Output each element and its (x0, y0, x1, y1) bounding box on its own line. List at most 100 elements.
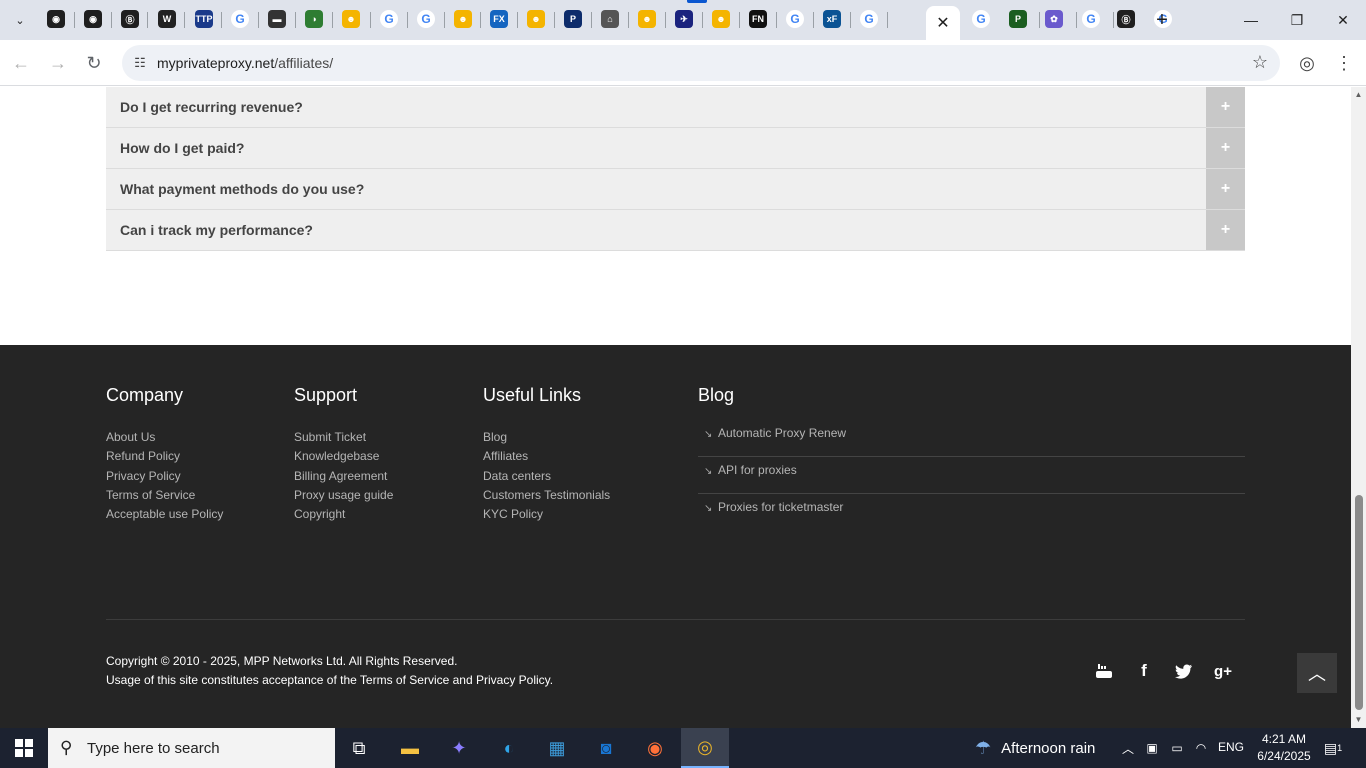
tab-favicon-icon[interactable]: ☻ (712, 10, 730, 28)
faq-question[interactable]: Can i track my performance? (120, 222, 313, 238)
windows-start-icon[interactable] (0, 728, 48, 768)
close-window-button[interactable]: ✕ (1328, 6, 1358, 34)
menu-icon[interactable]: ⋮ (1331, 50, 1357, 76)
chrome-icon[interactable]: ◎ (681, 728, 729, 768)
tab-favicon-icon[interactable]: G (972, 10, 990, 28)
tab-favicon-icon[interactable]: ▬ (268, 10, 286, 28)
new-tab-button[interactable]: + (1150, 8, 1174, 32)
footer-link[interactable]: Blog (483, 428, 610, 447)
tab-favicon-icon[interactable]: FX (490, 10, 508, 28)
scrollbar-thumb[interactable] (1355, 495, 1363, 710)
expand-plus-icon[interactable]: + (1206, 210, 1245, 250)
footer-link[interactable]: Copyright (294, 505, 393, 524)
footer-link[interactable]: Acceptable use Policy (106, 505, 223, 524)
footer-link[interactable]: Proxy usage guide (294, 486, 393, 505)
terms-notice[interactable]: Usage of this site constitutes acceptanc… (106, 671, 553, 690)
reload-icon[interactable]: ↻ (81, 50, 107, 76)
meet-now-icon[interactable]: ▣ (1142, 738, 1162, 758)
address-bar[interactable]: ☷ myprivateproxy.net/affiliates/ ☆ (122, 45, 1280, 81)
tab-favicon-icon[interactable]: ◑ (305, 10, 323, 28)
faq-question[interactable]: How do I get paid? (120, 140, 244, 156)
faq-question[interactable]: What payment methods do you use? (120, 181, 364, 197)
maximize-button[interactable]: ❐ (1282, 6, 1312, 34)
bookmark-star-icon[interactable]: ☆ (1252, 52, 1268, 73)
tab-favicon-icon[interactable]: G (860, 10, 878, 28)
expand-plus-icon[interactable]: + (1206, 128, 1245, 168)
blog-post-link[interactable]: Proxies for ticketmaster (718, 500, 843, 514)
battery-icon[interactable]: ▭ (1167, 738, 1187, 758)
forward-icon[interactable]: → (45, 50, 71, 76)
profile-icon[interactable]: ◎ (1294, 50, 1320, 76)
tab-favicon-icon[interactable]: G (786, 10, 804, 28)
blog-post-link[interactable]: Automatic Proxy Renew (718, 426, 846, 440)
google-plus-icon[interactable]: g+ (1211, 659, 1235, 683)
footer-link[interactable]: Data centers (483, 467, 610, 486)
footer-link[interactable]: Knowledgebase (294, 447, 393, 466)
tab-favicon-icon[interactable]: G (1082, 10, 1100, 28)
tab-favicon-icon[interactable]: G (380, 10, 398, 28)
edge-icon[interactable]: ◐ (485, 728, 533, 768)
page-scrollbar[interactable]: ▲ ▼ (1351, 87, 1366, 728)
faq-item[interactable]: What payment methods do you use? + (106, 169, 1245, 210)
copilot-icon[interactable]: ✦ (435, 728, 483, 768)
active-tab-close-icon[interactable]: ✕ (926, 6, 960, 40)
blog-post-item[interactable]: ↘ Proxies for ticketmaster (698, 494, 1245, 531)
footer-link[interactable]: Refund Policy (106, 447, 223, 466)
facebook-icon[interactable]: f (1132, 659, 1156, 683)
tab-favicon-icon[interactable]: ☻ (454, 10, 472, 28)
tab-favicon-icon[interactable]: G (417, 10, 435, 28)
tab-search-icon[interactable]: ⌄ (8, 8, 32, 32)
back-to-top-button[interactable]: ︿ (1297, 653, 1337, 693)
tab-favicon-icon[interactable]: P (1009, 10, 1027, 28)
taskbar-search-box[interactable]: ⚲ Type here to search (48, 728, 335, 768)
back-icon[interactable]: ← (8, 50, 34, 76)
outlook-icon[interactable]: ◙ (582, 728, 630, 768)
tab-favicon-icon[interactable]: G (231, 10, 249, 28)
weather-widget[interactable]: ☂ Afternoon rain (975, 728, 1095, 768)
store-icon[interactable]: ▦ (533, 728, 581, 768)
tab-favicon-icon[interactable]: Ⓑ (1117, 10, 1135, 28)
tab-favicon-icon[interactable]: xF (823, 10, 841, 28)
twitter-icon[interactable] (1172, 659, 1196, 683)
tab-favicon-icon[interactable]: W (158, 10, 176, 28)
faq-question[interactable]: Do I get recurring revenue? (120, 99, 303, 115)
scroll-down-arrow-icon[interactable]: ▼ (1354, 715, 1363, 724)
system-clock[interactable]: 4:21 AM 6/24/2025 (1254, 731, 1314, 765)
tab-favicon-icon[interactable]: ◉ (84, 10, 102, 28)
footer-link[interactable]: Affiliates (483, 447, 610, 466)
footer-link[interactable]: Terms of Service (106, 486, 223, 505)
site-info-icon[interactable]: ☷ (130, 53, 150, 73)
minimize-button[interactable]: — (1236, 6, 1266, 34)
wifi-icon[interactable]: ◠ (1191, 738, 1211, 758)
tab-favicon-icon[interactable]: Ⓑ (121, 10, 139, 28)
tab-favicon-icon[interactable]: ✿ (1045, 10, 1063, 28)
faq-item[interactable]: How do I get paid? + (106, 128, 1245, 169)
tab-favicon-icon[interactable]: P (564, 10, 582, 28)
tray-chevron-icon[interactable]: ︿ (1118, 738, 1138, 758)
expand-plus-icon[interactable]: + (1206, 169, 1245, 209)
tab-favicon-icon[interactable]: ☻ (527, 10, 545, 28)
notifications-icon[interactable]: ▤ 1 (1320, 736, 1346, 760)
firefox-icon[interactable]: ◉ (631, 728, 679, 768)
blog-post-item[interactable]: ↘ API for proxies (698, 457, 1245, 494)
youtube-icon[interactable] (1092, 659, 1116, 683)
tab-favicon-icon[interactable]: TTP (195, 10, 213, 28)
tab-favicon-icon[interactable]: ☻ (342, 10, 360, 28)
footer-link[interactable]: Billing Agreement (294, 467, 393, 486)
tab-favicon-icon[interactable]: FN (749, 10, 767, 28)
faq-item[interactable]: Can i track my performance? + (106, 210, 1245, 251)
tab-favicon-icon[interactable]: ☻ (638, 10, 656, 28)
footer-link[interactable]: Submit Ticket (294, 428, 393, 447)
blog-post-link[interactable]: API for proxies (718, 463, 797, 477)
tab-favicon-icon[interactable]: ✈ (675, 10, 693, 28)
footer-link[interactable]: Privacy Policy (106, 467, 223, 486)
footer-link[interactable]: KYC Policy (483, 505, 610, 524)
url-text[interactable]: myprivateproxy.net/affiliates/ (157, 55, 333, 71)
file-explorer-icon[interactable]: ▬ (386, 728, 434, 768)
expand-plus-icon[interactable]: + (1206, 87, 1245, 127)
footer-link[interactable]: Customers Testimonials (483, 486, 610, 505)
faq-item[interactable]: Do I get recurring revenue? + (106, 87, 1245, 128)
scroll-up-arrow-icon[interactable]: ▲ (1354, 90, 1363, 99)
task-view-icon[interactable]: ⧉ (335, 728, 383, 768)
blog-post-item[interactable]: ↘ Automatic Proxy Renew (698, 420, 1245, 457)
